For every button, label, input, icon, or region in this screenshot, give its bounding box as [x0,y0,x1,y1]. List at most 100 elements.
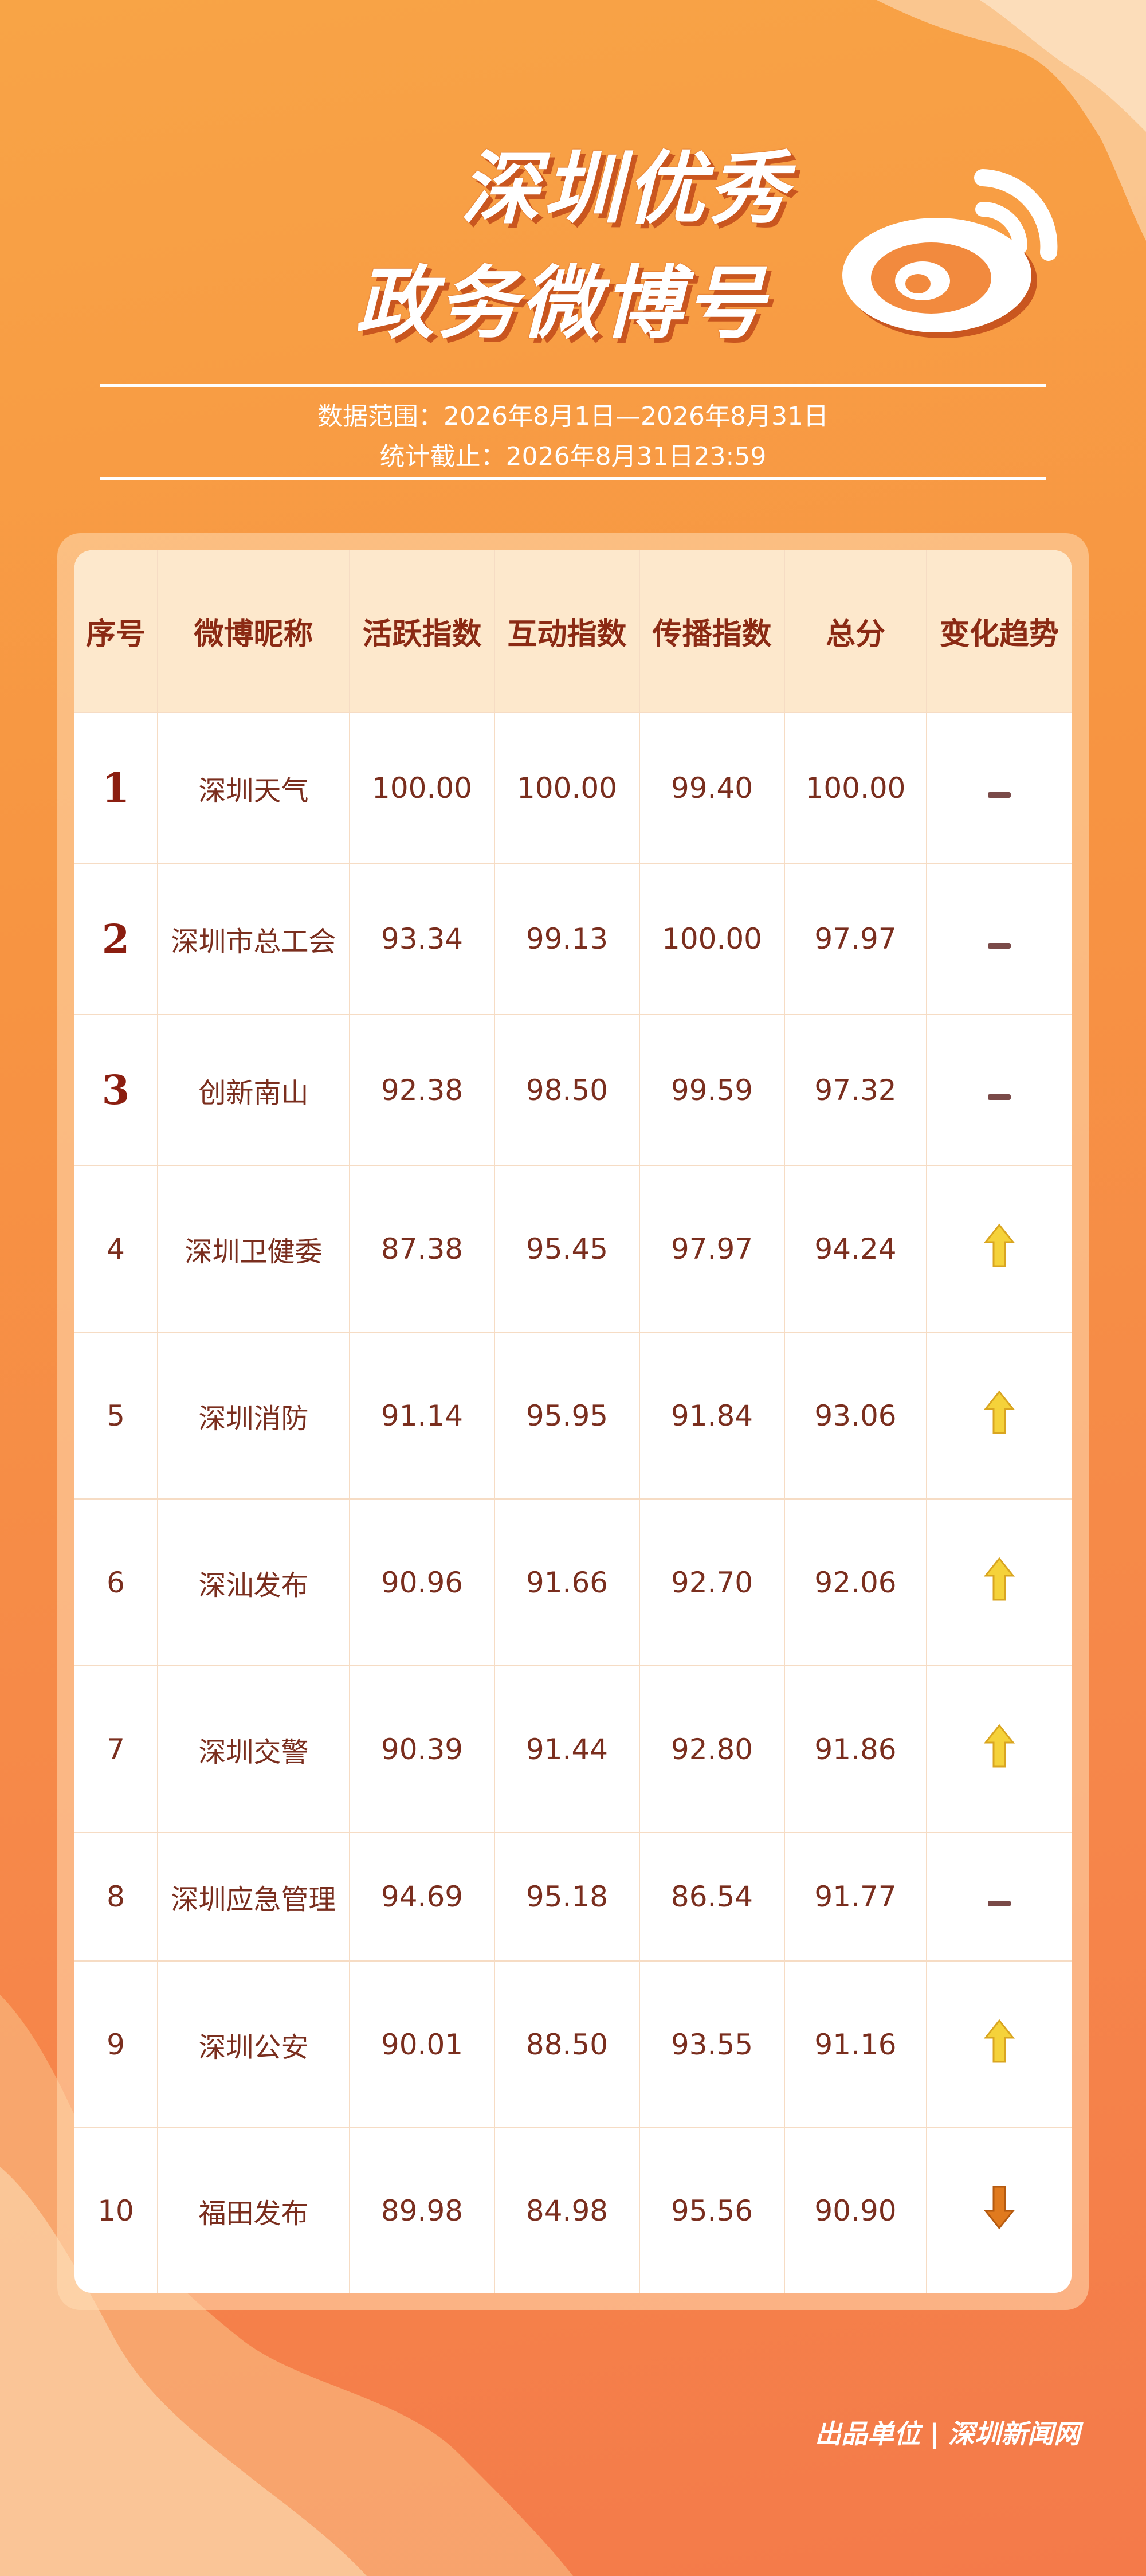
row-active: 93.34 [350,863,495,1015]
arrow-up-icon [983,2019,1015,2063]
table-row: 7 深圳交警 90.39 91.44 92.80 91.86 [74,1665,1072,1833]
row-spread: 99.59 [639,1014,785,1166]
row-spread: 92.80 [639,1665,785,1833]
row-rank: 3 [74,1014,158,1166]
row-spread: 92.70 [639,1498,785,1666]
header-spread-index: 传播指数 [639,550,785,712]
row-rank: 1 [74,712,158,864]
header-interaction-index: 互动指数 [494,550,640,712]
row-interact: 95.45 [494,1165,640,1333]
row-trend [927,863,1072,1015]
row-active: 90.01 [350,1960,495,2128]
row-total: 94.24 [784,1165,927,1333]
arrow-up-icon [983,1390,1015,1434]
row-spread: 93.55 [639,1960,785,2128]
arrow-up-icon [983,1557,1015,1601]
dash-icon [988,1901,1011,1907]
header-active-index: 活跃指数 [350,550,495,712]
row-active: 100.00 [350,712,495,864]
row-interact: 99.13 [494,863,640,1015]
weibo-logo-icon [842,169,1058,338]
row-rank: 7 [74,1665,158,1833]
row-rank: 6 [74,1498,158,1666]
row-spread: 99.40 [639,712,785,864]
bottom-divider [100,477,1046,480]
header-trend: 变化趋势 [927,550,1072,712]
row-rank: 2 [74,863,158,1015]
table-header-row: 序号 微博昵称 活跃指数 互动指数 传播指数 总分 变化趋势 [74,550,1072,712]
row-active: 94.69 [350,1832,495,1962]
row-trend [927,712,1072,864]
row-interact: 88.50 [494,1960,640,2128]
arrow-up-icon [983,1223,1015,1267]
table-row: 3 创新南山 92.38 98.50 99.59 97.32 [74,1014,1072,1166]
row-total: 100.00 [784,712,927,864]
date-range: 数据范围：2026年8月1日—2026年8月31日 [317,402,829,431]
title-line-1: 深圳优秀 [460,143,791,235]
dash-icon [988,1094,1011,1100]
row-trend [927,1332,1072,1500]
ranking-table: 序号 微博昵称 活跃指数 互动指数 传播指数 总分 变化趋势 1 深圳天气 10… [74,550,1072,2293]
row-trend [927,1014,1072,1166]
arrow-down-icon [983,2186,1015,2229]
row-trend [927,1498,1072,1666]
row-total: 91.77 [784,1832,927,1962]
header-nickname: 微博昵称 [158,550,350,712]
top-divider [100,384,1046,387]
row-total: 97.32 [784,1014,927,1166]
dash-icon [988,943,1011,949]
row-total: 90.90 [784,2127,927,2293]
row-name: 深圳消防 [158,1332,350,1500]
row-name: 深圳公安 [158,1960,350,2128]
table-row: 10 福田发布 89.98 84.98 95.56 90.90 [74,2127,1072,2293]
title-line-2: 政务微博号 [355,257,768,350]
row-total: 91.86 [784,1665,927,1833]
row-active: 87.38 [350,1165,495,1333]
row-interact: 100.00 [494,712,640,864]
row-name: 深汕发布 [158,1498,350,1666]
row-interact: 95.18 [494,1832,640,1962]
row-name: 深圳天气 [158,712,350,864]
row-total: 92.06 [784,1498,927,1666]
row-spread: 95.56 [639,2127,785,2293]
header-total: 总分 [784,550,927,712]
table-row: 4 深圳卫健委 87.38 95.45 97.97 94.24 [74,1165,1072,1333]
ranking-table-card: 序号 微博昵称 活跃指数 互动指数 传播指数 总分 变化趋势 1 深圳天气 10… [74,550,1072,2293]
title-block: 深圳优秀 政务微博号 [0,132,814,361]
header-rank: 序号 [74,550,158,712]
row-interact: 98.50 [494,1014,640,1166]
row-total: 93.06 [784,1332,927,1500]
table-row: 8 深圳应急管理 94.69 95.18 86.54 91.77 [74,1832,1072,1962]
arrow-up-icon [983,1724,1015,1768]
row-name: 创新南山 [158,1014,350,1166]
row-name: 深圳交警 [158,1665,350,1833]
row-trend [927,1960,1072,2128]
row-spread: 86.54 [639,1832,785,1962]
row-trend [927,1165,1072,1333]
row-active: 90.96 [350,1498,495,1666]
table-row: 5 深圳消防 91.14 95.95 91.84 93.06 [74,1332,1072,1500]
row-interact: 91.66 [494,1498,640,1666]
row-active: 92.38 [350,1014,495,1166]
table-row: 6 深汕发布 90.96 91.66 92.70 92.06 [74,1498,1072,1666]
row-interact: 95.95 [494,1332,640,1500]
table-row: 1 深圳天气 100.00 100.00 99.40 100.00 [74,712,1072,864]
row-interact: 91.44 [494,1665,640,1833]
row-rank: 10 [74,2127,158,2293]
cutoff-time: 统计截止：2026年8月31日23:59 [379,442,767,471]
row-rank: 4 [74,1165,158,1333]
poster: 深圳优秀 政务微博号 数据范围：2026年8月1日—2026年8月31日 统计截… [0,0,1146,2576]
row-spread: 91.84 [639,1332,785,1500]
row-name: 深圳市总工会 [158,863,350,1015]
table-row: 2 深圳市总工会 93.34 99.13 100.00 97.97 [74,863,1072,1015]
row-spread: 97.97 [639,1165,785,1333]
row-name: 深圳卫健委 [158,1165,350,1333]
row-trend [927,1665,1072,1833]
row-rank: 5 [74,1332,158,1500]
row-total: 97.97 [784,863,927,1015]
table-row: 9 深圳公安 90.01 88.50 93.55 91.16 [74,1960,1072,2128]
row-name: 深圳应急管理 [158,1832,350,1962]
row-active: 89.98 [350,2127,495,2293]
row-total: 91.16 [784,1960,927,2128]
publisher-credit: 出品单位 | 深圳新闻网 [815,2418,1080,2449]
